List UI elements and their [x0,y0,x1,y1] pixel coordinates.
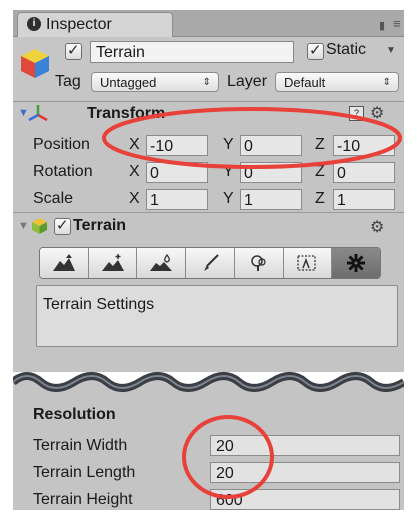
gameobject-header: Terrain Static ▼ Tag Untagged ⇕ Layer De… [13,37,404,102]
gear-icon[interactable]: ⚙ [370,103,384,123]
tag-dropdown[interactable]: Untagged ⇕ [91,72,219,92]
paint-texture-icon [204,254,219,271]
static-dropdown-icon[interactable]: ▼ [386,45,396,56]
layer-label: Layer [227,73,268,90]
axis-z-label: Z [315,190,325,207]
tag-label: Tag [55,73,81,90]
axis-x-label: X [129,136,140,153]
active-checkbox[interactable] [65,41,82,60]
axis-z-label: Z [315,136,325,153]
raise-lower-terrain-icon [52,254,75,271]
terrain-length-field[interactable]: 20 [210,462,400,483]
rotation-x-field[interactable]: 0 [146,162,208,183]
smooth-height-icon [150,254,173,271]
axis-y-label: Y [223,136,234,153]
terrain-settings-icon [347,254,366,272]
gameobject-cube-icon [21,49,49,78]
resolution-section: Resolution Terrain Width 20 Terrain Leng… [13,402,404,510]
scale-label: Scale [33,190,74,207]
axis-x-label: X [129,190,140,207]
torn-edge-divider [13,362,404,402]
position-y-field[interactable]: 0 [240,135,302,156]
inspector-window: i Inspector ▮ ≡ Terrain Static ▼ Tag Unt… [13,10,404,510]
tab-bar: i Inspector ▮ ≡ [13,10,404,37]
transform-title: Transform [87,105,166,122]
rotation-z-field[interactable]: 0 [333,162,395,183]
terrain-component-icon [32,218,47,234]
position-z-field[interactable]: -10 [333,135,395,156]
axis-y-label: Y [223,163,234,180]
updown-arrows-icon: ⇕ [202,77,211,88]
foldout-arrow-icon[interactable]: ▼ [18,220,29,232]
terrain-component: ▼ Terrain ⚙ [13,213,404,373]
terrain-settings-box: Terrain Settings [36,285,398,347]
rotation-y-field[interactable]: 0 [240,162,302,183]
place-trees-icon [250,255,266,271]
tool-paint-details[interactable] [283,248,333,278]
transform-component: ▼ Transform ? ⚙ Position X -10 Y 0 Z -10… [13,102,404,213]
tag-value: Untagged [100,75,157,90]
tool-paint-texture[interactable] [186,248,235,278]
position-label: Position [33,136,90,153]
tool-terrain-settings[interactable] [332,248,380,278]
terrain-width-label: Terrain Width [33,437,128,454]
gear-icon[interactable]: ⚙ [370,217,384,237]
layer-value: Default [284,75,326,90]
panel-menu-icon[interactable]: ≡ [393,16,401,31]
terrain-settings-label: Terrain Settings [43,296,155,313]
terrain-height-field[interactable]: 600 [210,489,400,510]
axis-z-label: Z [315,163,325,180]
resolution-title: Resolution [33,406,116,423]
terrain-title: Terrain [73,217,127,234]
terrain-enabled-checkbox[interactable] [54,216,71,235]
info-icon: i [27,17,41,31]
scale-y-field[interactable]: 1 [240,189,302,210]
layer-dropdown[interactable]: Default ⇕ [275,72,399,92]
tool-paint-height[interactable] [88,248,138,278]
paint-height-icon [101,254,124,271]
tab-inspector[interactable]: i Inspector [17,12,173,37]
axis-y-label: Y [223,190,234,207]
scale-z-field[interactable]: 1 [333,189,395,210]
terrain-height-label: Terrain Height [33,491,133,508]
paint-details-icon [297,255,317,271]
position-x-field[interactable]: -10 [146,135,208,156]
static-checkbox[interactable] [307,41,324,60]
tool-smooth-height[interactable] [137,248,187,278]
reference-icon[interactable]: ? [349,106,364,121]
object-name-field[interactable]: Terrain [90,41,294,63]
tool-raise-lower[interactable] [40,248,89,278]
lock-icon[interactable]: ▮ [379,19,385,32]
terrain-toolbar [39,247,381,279]
terrain-length-label: Terrain Length [33,464,136,481]
static-label: Static [326,41,367,58]
rotation-label: Rotation [33,163,93,180]
transform-axes-icon [28,105,48,122]
tab-label: Inspector [46,16,112,33]
scale-x-field[interactable]: 1 [146,189,208,210]
terrain-width-field[interactable]: 20 [210,435,400,456]
tool-place-trees[interactable] [234,248,284,278]
updown-arrows-icon: ⇕ [382,77,391,88]
axis-x-label: X [129,163,140,180]
